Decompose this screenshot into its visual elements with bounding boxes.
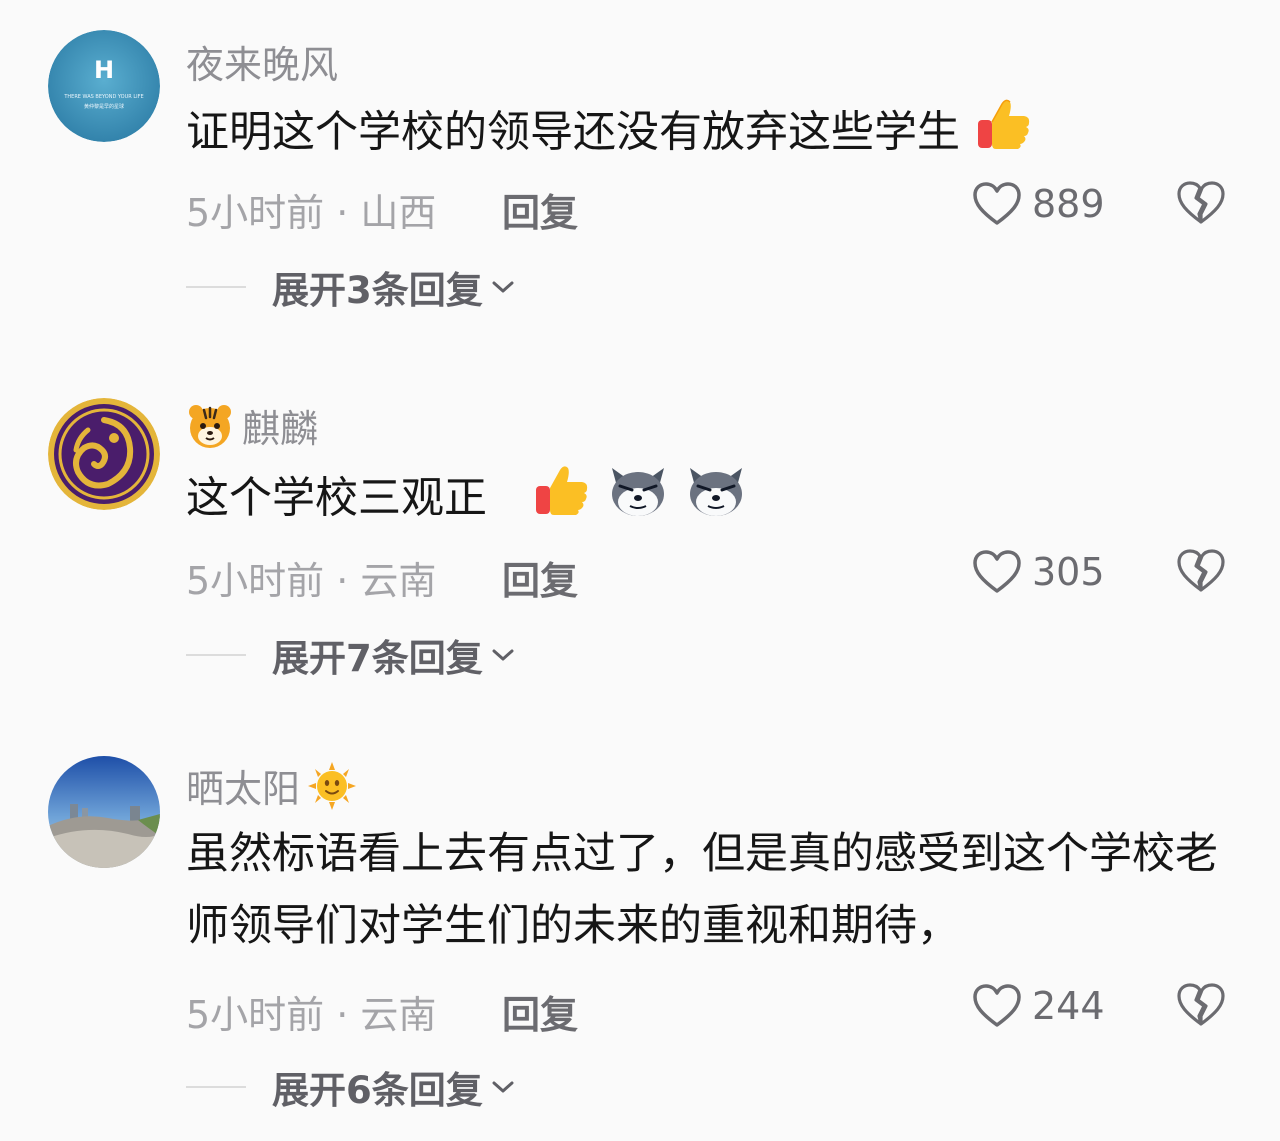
time-location: 5小时前 · 山西 — [186, 182, 436, 237]
comment-body: 这个学校三观正 — [186, 473, 487, 524]
like-button[interactable]: 244 — [972, 982, 1105, 1030]
avatar-logo-text: H — [94, 56, 114, 84]
username[interactable]: 麒麟 — [186, 398, 318, 453]
broken-heart-icon — [1177, 549, 1225, 592]
reply-button[interactable]: 回复 — [502, 550, 578, 605]
tiger-face-icon — [189, 404, 231, 448]
reply-label: 回复 — [502, 559, 579, 603]
like-count: 244 — [1032, 984, 1105, 1028]
time-location-text: 5小时前 · 云南 — [186, 559, 437, 603]
username[interactable]: 夜来晚风 — [186, 34, 338, 89]
avatar[interactable] — [48, 756, 160, 868]
username-text: 夜来晚风 — [186, 43, 339, 87]
like-count: 889 — [1032, 182, 1105, 226]
comment-body: 证明这个学校的领导还没有放弃这些学生 — [186, 107, 960, 158]
divider — [186, 286, 246, 288]
reply-button[interactable]: 回复 — [502, 182, 578, 237]
husky-face-icon — [606, 460, 670, 542]
comment-body: 虽然标语看上去有点过了，但是真的感受到这个学校老师领导们对学生们的未来的重视和期… — [186, 829, 1218, 951]
avatar-image — [48, 398, 160, 510]
divider — [186, 654, 246, 656]
avatar[interactable] — [48, 398, 160, 510]
expand-replies-label: 展开7条回复 — [272, 637, 483, 680]
like-button[interactable]: 889 — [972, 180, 1105, 228]
time-location: 5小时前 · 云南 — [186, 984, 436, 1039]
reply-button[interactable]: 回复 — [502, 984, 578, 1039]
avatar-caption-2: 黄仲黎是早的星球 — [84, 103, 124, 110]
expand-replies-label: 展开6条回复 — [272, 1069, 483, 1112]
username-text: 麒麟 — [242, 407, 319, 451]
comment-item: 晒太阳 虽然标语看上去有点过了，但是真的感受到这个学校老师领导们对学生们的未来的… — [0, 728, 1280, 1141]
reply-label: 回复 — [502, 191, 579, 235]
avatar-image: H THERE WAS BEYOND YOUR LIFE 黄仲黎是早的星球 — [48, 30, 160, 142]
like-button[interactable]: 305 — [972, 548, 1105, 596]
thumbs-up-icon — [974, 94, 1034, 176]
dislike-button[interactable] — [1176, 548, 1226, 596]
broken-heart-icon — [1177, 181, 1225, 224]
dislike-button[interactable] — [1176, 180, 1226, 228]
chevron-down-icon — [492, 1081, 514, 1093]
avatar-image — [48, 756, 160, 868]
chevron-down-icon — [492, 281, 514, 293]
time-location: 5小时前 · 云南 — [186, 550, 436, 605]
comment-text: 这个学校三观正 — [186, 460, 1226, 542]
avatar[interactable]: H THERE WAS BEYOND YOUR LIFE 黄仲黎是早的星球 — [48, 30, 160, 142]
husky-face-icon — [684, 460, 748, 542]
broken-heart-icon — [1177, 983, 1225, 1026]
heart-icon — [973, 984, 1021, 1027]
expand-replies[interactable]: 展开7条回复 — [186, 630, 515, 680]
comment-text: 证明这个学校的领导还没有放弃这些学生 — [186, 94, 1226, 176]
username-text: 晒太阳 — [186, 767, 301, 811]
avatar-caption: THERE WAS BEYOND YOUR LIFE — [63, 94, 143, 100]
sun-face-icon — [308, 761, 357, 810]
expand-replies[interactable]: 展开6条回复 — [186, 1062, 515, 1112]
thumbs-up-icon — [532, 460, 592, 542]
time-location-text: 5小时前 · 山西 — [186, 191, 437, 235]
time-location-text: 5小时前 · 云南 — [186, 993, 437, 1037]
username[interactable]: 晒太阳 — [186, 758, 357, 813]
expand-replies-label: 展开3条回复 — [272, 269, 483, 312]
divider — [186, 1086, 246, 1088]
like-count: 305 — [1032, 550, 1105, 594]
dislike-button[interactable] — [1176, 982, 1226, 1030]
heart-icon — [973, 550, 1021, 593]
comment-item: H THERE WAS BEYOND YOUR LIFE 黄仲黎是早的星球 夜来… — [0, 0, 1280, 340]
reply-label: 回复 — [502, 993, 579, 1037]
expand-replies[interactable]: 展开3条回复 — [186, 262, 515, 312]
comment-text: 虽然标语看上去有点过了，但是真的感受到这个学校老师领导们对学生们的未来的重视和期… — [186, 818, 1226, 962]
chevron-down-icon — [492, 649, 514, 661]
comment-item: 麒麟 这个学校三观正 5小时前 · 云南 回复 305 展开7条回复 — [0, 368, 1280, 708]
heart-icon — [973, 182, 1021, 225]
